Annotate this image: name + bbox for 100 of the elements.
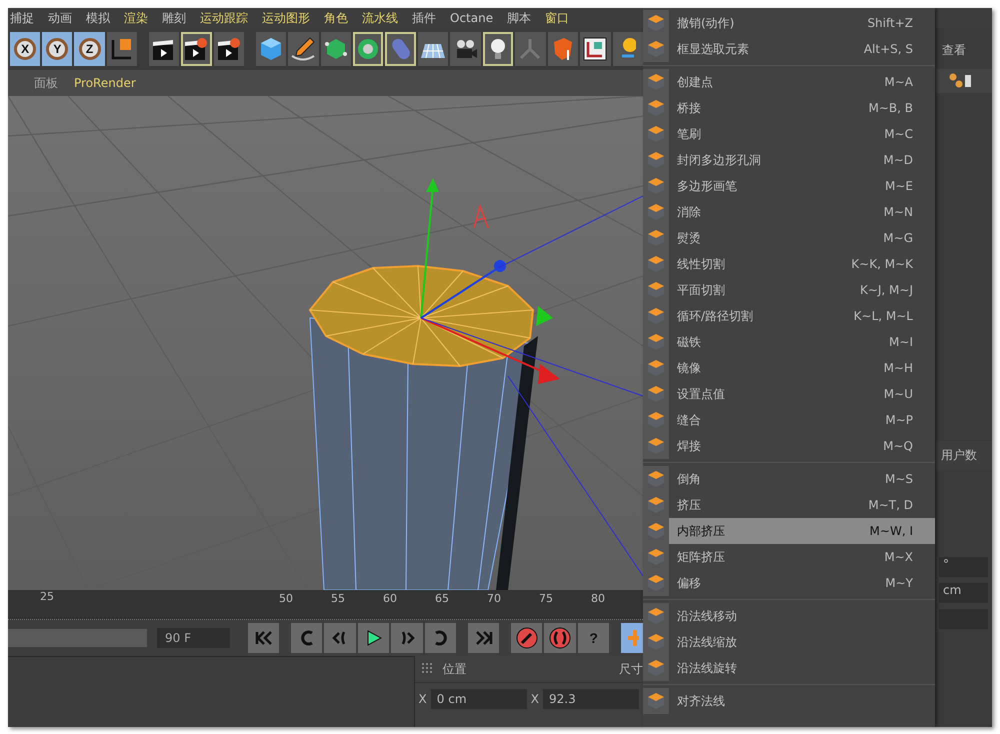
viewport-menu-item[interactable]: ProRender xyxy=(74,76,136,90)
menu-item[interactable]: 笔刷 M~C xyxy=(643,121,935,147)
menu-item[interactable]: 雕刻 xyxy=(162,10,186,26)
tool-icon xyxy=(647,496,665,514)
tool-icon xyxy=(647,203,665,221)
menu-item[interactable]: 脚本 xyxy=(507,10,532,26)
menu-item[interactable]: 焊接 M~Q xyxy=(643,433,935,459)
menu-item[interactable]: 沿法线缩放 xyxy=(643,629,935,655)
menu-item[interactable]: 平面切割 K~J, M~J xyxy=(643,277,935,303)
toolbar-button[interactable] xyxy=(482,32,514,66)
toolbar-button[interactable] xyxy=(181,32,212,66)
menu-item[interactable]: 角色 xyxy=(324,10,348,26)
tool-icon xyxy=(647,411,665,429)
menu-item[interactable]: 挤压 M~T, D xyxy=(643,492,935,518)
menu-item[interactable]: 桥接 M~B, B xyxy=(643,95,935,121)
menu-item[interactable]: 偏移 M~Y xyxy=(643,570,935,596)
tool-icon xyxy=(647,255,665,273)
toolbar-button[interactable] xyxy=(450,32,481,66)
frame-range-slider[interactable] xyxy=(8,629,148,647)
menu-item[interactable]: 镜像 M~H xyxy=(643,355,935,381)
move-tool-button[interactable] xyxy=(620,623,644,653)
menu-item[interactable]: 消除 M~N xyxy=(643,199,935,225)
axis-lock-button[interactable]: Z xyxy=(74,32,105,66)
menu-item[interactable]: 沿法线移动 xyxy=(643,603,935,629)
menu-item[interactable]: 捕捉 xyxy=(10,10,34,26)
tool-icon xyxy=(647,522,665,540)
menu-item[interactable]: 封闭多边形孔洞 M~D xyxy=(643,147,935,173)
menu-item[interactable]: 流水线 xyxy=(362,10,398,26)
menu-item[interactable]: 对齐法线 xyxy=(643,688,935,714)
tool-icon xyxy=(647,574,665,592)
frame-number: 25 xyxy=(40,589,54,603)
menu-item[interactable]: 缝合 M~P xyxy=(643,407,935,433)
viewport-menu-item[interactable]: 面板 xyxy=(34,74,58,92)
key-icon xyxy=(516,627,538,649)
menu-item[interactable]: 创建点 M~A xyxy=(643,69,935,95)
help-button[interactable]: ? xyxy=(578,623,610,653)
tool-icon xyxy=(647,659,665,677)
tool-icon xyxy=(647,14,665,32)
menu-item[interactable]: 循环/路径切割 K~L, M~L xyxy=(643,303,935,329)
size-x-field[interactable]: 92.3 xyxy=(543,689,639,709)
step-back-button[interactable] xyxy=(324,623,356,653)
menu-item[interactable]: 倒角 M~S xyxy=(643,466,935,492)
menu-item[interactable]: 沿法线旋转 xyxy=(643,655,935,681)
position-heading: 位置 xyxy=(442,660,467,678)
toolbar-button[interactable] xyxy=(580,32,611,66)
object-row[interactable] xyxy=(935,69,992,93)
menu-item[interactable]: 插件 xyxy=(412,10,436,26)
record-keys-button[interactable] xyxy=(510,623,542,653)
menu-item[interactable]: 设置点值 M~U xyxy=(643,381,935,407)
next-key-button[interactable] xyxy=(424,623,456,653)
frame-number: 65 xyxy=(435,591,450,605)
tool-icon xyxy=(647,333,665,351)
auto-key-icon xyxy=(549,627,572,649)
polygon-cube-icon xyxy=(322,36,349,62)
go-to-end-button[interactable] xyxy=(468,623,500,653)
toolbar-button[interactable] xyxy=(106,32,138,66)
view-tab[interactable]: 查看 xyxy=(935,28,992,69)
menu-item[interactable]: 熨烫 M~G xyxy=(643,225,935,251)
position-x-field[interactable]: 0 cm xyxy=(430,689,527,709)
menu-item[interactable]: Octane xyxy=(450,11,494,25)
menu-item[interactable]: 运动图形 xyxy=(262,10,310,26)
auto-key-button[interactable] xyxy=(544,623,576,653)
axis-lock-button[interactable]: X xyxy=(10,32,40,66)
menu-item[interactable]: 窗口 xyxy=(545,10,570,26)
menu-item[interactable]: 撤销(动作) Shift+Z xyxy=(643,10,935,36)
toolbar-button[interactable] xyxy=(214,32,244,66)
tool-icon xyxy=(647,307,665,325)
skip-to-start-icon xyxy=(254,630,274,646)
attribute-field[interactable]: cm xyxy=(939,583,988,603)
menu-item[interactable]: 磁铁 M~I xyxy=(643,329,935,355)
size-heading: 尺寸 xyxy=(619,660,643,678)
tool-icon xyxy=(647,359,665,377)
toolbar-button[interactable] xyxy=(148,32,180,66)
attribute-field[interactable]: ° xyxy=(939,557,988,577)
tool-icon xyxy=(647,437,665,455)
timeline-ruler[interactable]: 25 50 55 60 65 70 75 80 xyxy=(8,590,643,620)
menu-item[interactable]: 框显选取元素 Alt+S, S xyxy=(643,36,935,62)
menu-item[interactable]: 线性切割 K~K, M~K xyxy=(643,251,935,277)
toolbar-button[interactable] xyxy=(256,32,286,66)
menu-item[interactable]: 多边形画笔 M~E xyxy=(643,173,935,199)
toolbar-button[interactable] xyxy=(418,32,448,66)
menu-item[interactable]: 矩阵挤压 M~X xyxy=(643,544,935,570)
end-frame-field[interactable]: 90 F xyxy=(157,628,230,648)
menu-item[interactable]: 内部挤压 M~W, I xyxy=(643,518,935,544)
go-to-start-button[interactable] xyxy=(248,623,280,653)
user-data-tab[interactable]: 用户数 xyxy=(935,441,992,470)
tool-icon xyxy=(647,692,665,710)
pen-icon xyxy=(290,36,316,62)
toolbar-button[interactable] xyxy=(288,32,319,66)
previous-key-button[interactable] xyxy=(290,623,322,653)
tool-icon xyxy=(647,40,665,58)
frame-number: 50 xyxy=(279,591,294,605)
play-button[interactable] xyxy=(358,623,390,653)
tool-icon xyxy=(647,548,665,566)
menu-item[interactable]: 动画 xyxy=(48,10,72,26)
menu-item[interactable]: 渲染 xyxy=(124,10,148,26)
menu-item[interactable]: 模拟 xyxy=(86,10,110,26)
axis-lock-button[interactable]: Y xyxy=(42,32,72,66)
step-forward-button[interactable] xyxy=(391,623,423,653)
menu-item[interactable]: 运动跟踪 xyxy=(200,10,248,26)
